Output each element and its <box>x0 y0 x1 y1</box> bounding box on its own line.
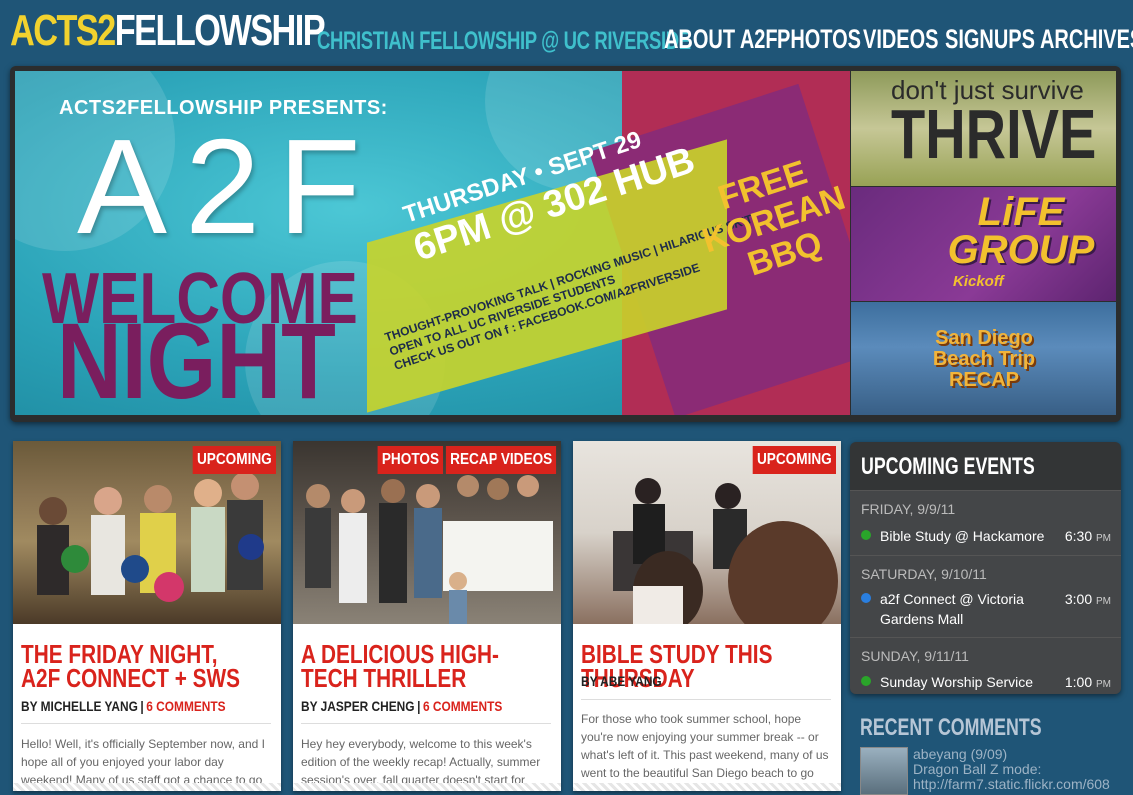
recent-comment[interactable]: abeyang (9/09) Dragon Ball Z mode: http:… <box>913 747 1110 792</box>
main-nav: ABOUT A2F PHOTOS VIDEOS SIGNUPS ARCHIVES <box>0 24 1133 58</box>
post-excerpt: Hello! Well, it's officially September n… <box>21 737 265 787</box>
tag-upcoming[interactable]: UPCOMING <box>192 446 276 474</box>
tag-videos[interactable]: VIDEOS <box>496 446 556 474</box>
nav-about[interactable]: ABOUT A2F <box>664 24 778 55</box>
post-author: BY MICHELLE YANG <box>21 698 138 714</box>
event-item[interactable]: a2f Connect @ Victoria Gardens Mall 3:00… <box>861 589 1115 629</box>
divider <box>581 699 831 700</box>
site-header: ACTS2FELLOWSHIP CHRISTIAN FELLOWSHIP @ U… <box>0 0 1133 62</box>
event-time: 3:00 PM <box>1064 591 1111 607</box>
recent-comment-author: abeyang (9/09) <box>913 746 1008 762</box>
post-author: BY JASPER CHENG <box>301 698 415 714</box>
event-item[interactable]: Bible Study @ Hackamore 6:30 PM <box>861 526 1115 546</box>
post-excerpt: Hey hey everybody, welcome to this week'… <box>301 737 541 787</box>
card-bottom-pattern <box>13 783 281 791</box>
event-status-dot-icon <box>861 530 871 540</box>
post-byline: BY JASPER CHENG | 6 COMMENTS <box>301 698 503 714</box>
nav-photos[interactable]: PHOTOS <box>777 24 861 55</box>
post-comments-link[interactable]: 6 COMMENTS <box>423 698 502 714</box>
divider <box>301 723 551 724</box>
post-card: UPCOMING THE FRIDAY NIGHT, A2F CONNECT +… <box>13 441 281 791</box>
promo-thrive-big: THRIVE <box>891 95 1097 173</box>
featured-banner-welcome-night[interactable]: ACTS2FELLOWSHIP PRESENTS: A2F WELCOME NI… <box>15 71 850 415</box>
recent-comment-text: Dragon Ball Z mode: <box>913 761 1042 777</box>
event-date: FRIDAY, 9/9/11 <box>861 501 956 517</box>
post-byline: BY ABE YANG <box>581 673 662 689</box>
divider <box>21 723 271 724</box>
post-author: BY ABE YANG <box>581 673 662 689</box>
nav-videos[interactable]: VIDEOS <box>863 24 939 55</box>
post-title[interactable]: THE FRIDAY NIGHT, A2F CONNECT + SWS <box>21 641 245 691</box>
card-bottom-pattern <box>293 783 561 791</box>
event-date: SATURDAY, 9/10/11 <box>861 566 987 582</box>
recent-comment-link[interactable]: http://farm7.static.flickr.com/608 <box>913 777 1110 792</box>
avatar[interactable] <box>860 747 908 795</box>
event-name: a2f Connect @ Victoria Gardens Mall <box>880 591 1024 627</box>
recent-comments-title: RECENT COMMENTS <box>860 714 1042 741</box>
tag-recap[interactable]: RECAP <box>445 446 502 474</box>
event-name: Bible Study @ Hackamore <box>880 528 1045 544</box>
nav-signups[interactable]: SIGNUPS <box>945 24 1035 55</box>
event-date: SUNDAY, 9/11/11 <box>861 648 969 664</box>
promo-life-group[interactable]: LiFE GROUP Kickoff <box>851 187 1116 301</box>
post-card: PHOTOS RECAP VIDEOS A DELICIOUS HIGH-TEC… <box>293 441 561 791</box>
promo-life-group-kickoff: Kickoff <box>953 273 1004 290</box>
promo-thrive[interactable]: don't just survive THRIVE <box>851 71 1116 186</box>
event-item[interactable]: Sunday Worship Service 1:00 PM <box>861 672 1115 692</box>
post-excerpt: For those who took summer school, hope y… <box>581 712 829 780</box>
post-title[interactable]: A DELICIOUS HIGH-TECH THRILLER <box>301 641 525 691</box>
hero-night: NIGHT <box>57 300 336 415</box>
post-card: UPCOMING BIBLE STUDY THIS THURSDAY BY AB… <box>573 441 841 791</box>
event-day: SUNDAY, 9/11/11 Sunday Worship Service 1… <box>850 637 1121 694</box>
promo-beach-trip[interactable]: San Diego Beach Trip RECAP <box>851 302 1116 415</box>
tag-upcoming[interactable]: UPCOMING <box>752 446 836 474</box>
hero-a2f: A2F <box>77 111 379 262</box>
promo-beach-trip-title: San Diego Beach Trip RECAP <box>932 327 1036 391</box>
event-status-dot-icon <box>861 676 871 686</box>
card-bottom-pattern <box>573 783 841 791</box>
promo-life-group-title: LiFE GROUP <box>947 190 1095 272</box>
nav-archives[interactable]: ARCHIVES <box>1040 24 1133 55</box>
event-day: SATURDAY, 9/10/11 a2f Connect @ Victoria… <box>850 555 1121 638</box>
tag-photos[interactable]: PHOTOS <box>377 446 443 474</box>
event-status-dot-icon <box>861 593 871 603</box>
upcoming-events-widget: UPCOMING EVENTS FRIDAY, 9/9/11 Bible Stu… <box>850 442 1121 694</box>
post-byline: BY MICHELLE YANG | 6 COMMENTS <box>21 698 226 714</box>
upcoming-events-title: UPCOMING EVENTS <box>861 453 1035 480</box>
post-comments-link[interactable]: 6 COMMENTS <box>146 698 225 714</box>
event-time: 6:30 PM <box>1064 528 1111 544</box>
event-time: 1:00 PM <box>1064 674 1111 690</box>
event-day: FRIDAY, 9/9/11 Bible Study @ Hackamore 6… <box>850 490 1121 556</box>
event-name: Sunday Worship Service <box>880 674 1034 690</box>
